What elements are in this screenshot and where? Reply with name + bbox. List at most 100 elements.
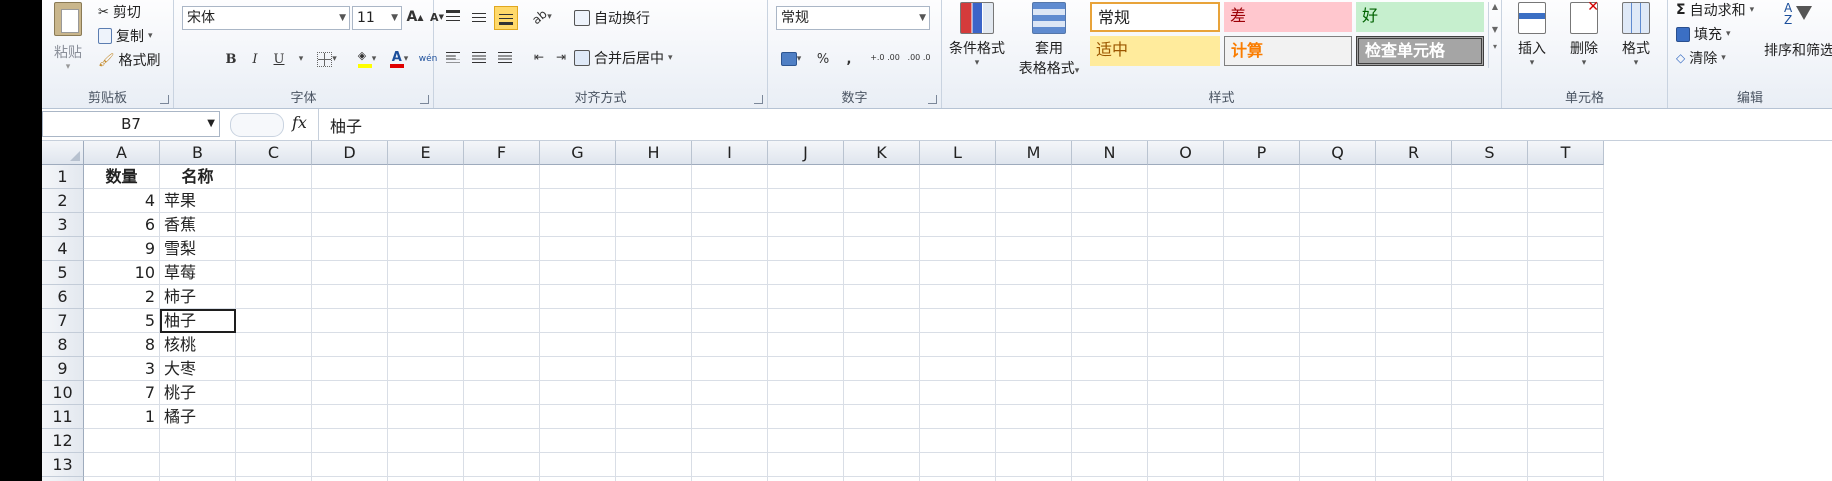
column-header-P[interactable]: P <box>1224 141 1300 165</box>
clear-button[interactable]: ◇ 清除 ▾ <box>1676 48 1726 68</box>
cell-S9[interactable] <box>1452 357 1528 381</box>
cell-D7[interactable] <box>312 309 388 333</box>
cell-K5[interactable] <box>844 261 920 285</box>
cell-O12[interactable] <box>1148 429 1224 453</box>
number-launcher-icon[interactable] <box>928 95 937 104</box>
cell-N10[interactable] <box>1072 381 1148 405</box>
cell-L8[interactable] <box>920 333 996 357</box>
cell-D9[interactable] <box>312 357 388 381</box>
cell-B5[interactable]: 草莓 <box>160 261 236 285</box>
cell-M14[interactable] <box>996 477 1072 481</box>
cell-I8[interactable] <box>692 333 768 357</box>
cell-F3[interactable] <box>464 213 540 237</box>
cell-G9[interactable] <box>540 357 616 381</box>
cell-Q9[interactable] <box>1300 357 1376 381</box>
cell-E6[interactable] <box>388 285 464 309</box>
cell-A5[interactable]: 10 <box>84 261 160 285</box>
cell-S14[interactable] <box>1452 477 1528 481</box>
cell-M9[interactable] <box>996 357 1072 381</box>
chevron-down-icon[interactable]: ▼ <box>1489 25 1501 34</box>
cell-I11[interactable] <box>692 405 768 429</box>
style-bad[interactable]: 差 <box>1224 2 1352 32</box>
cell-G5[interactable] <box>540 261 616 285</box>
row-header-2[interactable]: 2 <box>42 189 84 213</box>
font-name-combo[interactable]: 宋体 ▼ <box>182 6 350 30</box>
cell-B13[interactable] <box>160 453 236 477</box>
cell-N14[interactable] <box>1072 477 1148 481</box>
cell-F9[interactable] <box>464 357 540 381</box>
cell-M6[interactable] <box>996 285 1072 309</box>
cell-I7[interactable] <box>692 309 768 333</box>
column-header-J[interactable]: J <box>768 141 844 165</box>
cell-T6[interactable] <box>1528 285 1604 309</box>
alignment-launcher-icon[interactable] <box>754 95 763 104</box>
phonetic-button[interactable]: wén <box>419 48 438 70</box>
column-header-A[interactable]: A <box>84 141 160 165</box>
cell-C1[interactable] <box>236 165 312 189</box>
cell-K9[interactable] <box>844 357 920 381</box>
cell-Q11[interactable] <box>1300 405 1376 429</box>
cell-B11[interactable]: 橘子 <box>160 405 236 429</box>
column-header-T[interactable]: T <box>1528 141 1604 165</box>
cell-P2[interactable] <box>1224 189 1300 213</box>
cell-M3[interactable] <box>996 213 1072 237</box>
style-calculation[interactable]: 计算 <box>1224 36 1352 66</box>
cell-F11[interactable] <box>464 405 540 429</box>
cell-K7[interactable] <box>844 309 920 333</box>
cell-D3[interactable] <box>312 213 388 237</box>
cell-B2[interactable]: 苹果 <box>160 189 236 213</box>
cell-R6[interactable] <box>1376 285 1452 309</box>
row-header-9[interactable]: 9 <box>42 357 84 381</box>
cell-L3[interactable] <box>920 213 996 237</box>
cell-C9[interactable] <box>236 357 312 381</box>
cell-E9[interactable] <box>388 357 464 381</box>
cell-O11[interactable] <box>1148 405 1224 429</box>
cell-R9[interactable] <box>1376 357 1452 381</box>
cell-R14[interactable] <box>1376 477 1452 481</box>
cell-N7[interactable] <box>1072 309 1148 333</box>
bold-button[interactable]: B <box>220 48 242 70</box>
cell-P7[interactable] <box>1224 309 1300 333</box>
cell-R10[interactable] <box>1376 381 1452 405</box>
cell-D13[interactable] <box>312 453 388 477</box>
cell-N13[interactable] <box>1072 453 1148 477</box>
cell-I4[interactable] <box>692 237 768 261</box>
cell-N1[interactable] <box>1072 165 1148 189</box>
cell-T14[interactable] <box>1528 477 1604 481</box>
italic-button[interactable]: I <box>244 48 266 70</box>
cell-M12[interactable] <box>996 429 1072 453</box>
cell-T11[interactable] <box>1528 405 1604 429</box>
cell-S7[interactable] <box>1452 309 1528 333</box>
number-format-combo[interactable]: 常规 ▼ <box>776 6 930 30</box>
cell-O3[interactable] <box>1148 213 1224 237</box>
cell-T13[interactable] <box>1528 453 1604 477</box>
cell-G1[interactable] <box>540 165 616 189</box>
align-right-button[interactable] <box>494 46 516 68</box>
cell-E14[interactable] <box>388 477 464 481</box>
cell-I9[interactable] <box>692 357 768 381</box>
row-header-12[interactable]: 12 <box>42 429 84 453</box>
cell-N2[interactable] <box>1072 189 1148 213</box>
cell-D6[interactable] <box>312 285 388 309</box>
cell-P14[interactable] <box>1224 477 1300 481</box>
cell-J10[interactable] <box>768 381 844 405</box>
row-header-14[interactable]: 14 <box>42 477 84 481</box>
sort-filter-button[interactable]: AZ 排序和筛选 查找 <box>1764 2 1832 60</box>
cell-F2[interactable] <box>464 189 540 213</box>
cell-P4[interactable] <box>1224 237 1300 261</box>
cell-E3[interactable] <box>388 213 464 237</box>
cell-G2[interactable] <box>540 189 616 213</box>
formula-bar-splitter[interactable] <box>230 113 284 137</box>
column-header-O[interactable]: O <box>1148 141 1224 165</box>
column-header-I[interactable]: I <box>692 141 768 165</box>
row-header-7[interactable]: 7 <box>42 309 84 333</box>
cell-I12[interactable] <box>692 429 768 453</box>
cell-H6[interactable] <box>616 285 692 309</box>
style-good[interactable]: 好 <box>1356 2 1484 32</box>
column-header-K[interactable]: K <box>844 141 920 165</box>
cell-L2[interactable] <box>920 189 996 213</box>
column-header-H[interactable]: H <box>616 141 692 165</box>
cell-J4[interactable] <box>768 237 844 261</box>
cell-C7[interactable] <box>236 309 312 333</box>
cell-K13[interactable] <box>844 453 920 477</box>
